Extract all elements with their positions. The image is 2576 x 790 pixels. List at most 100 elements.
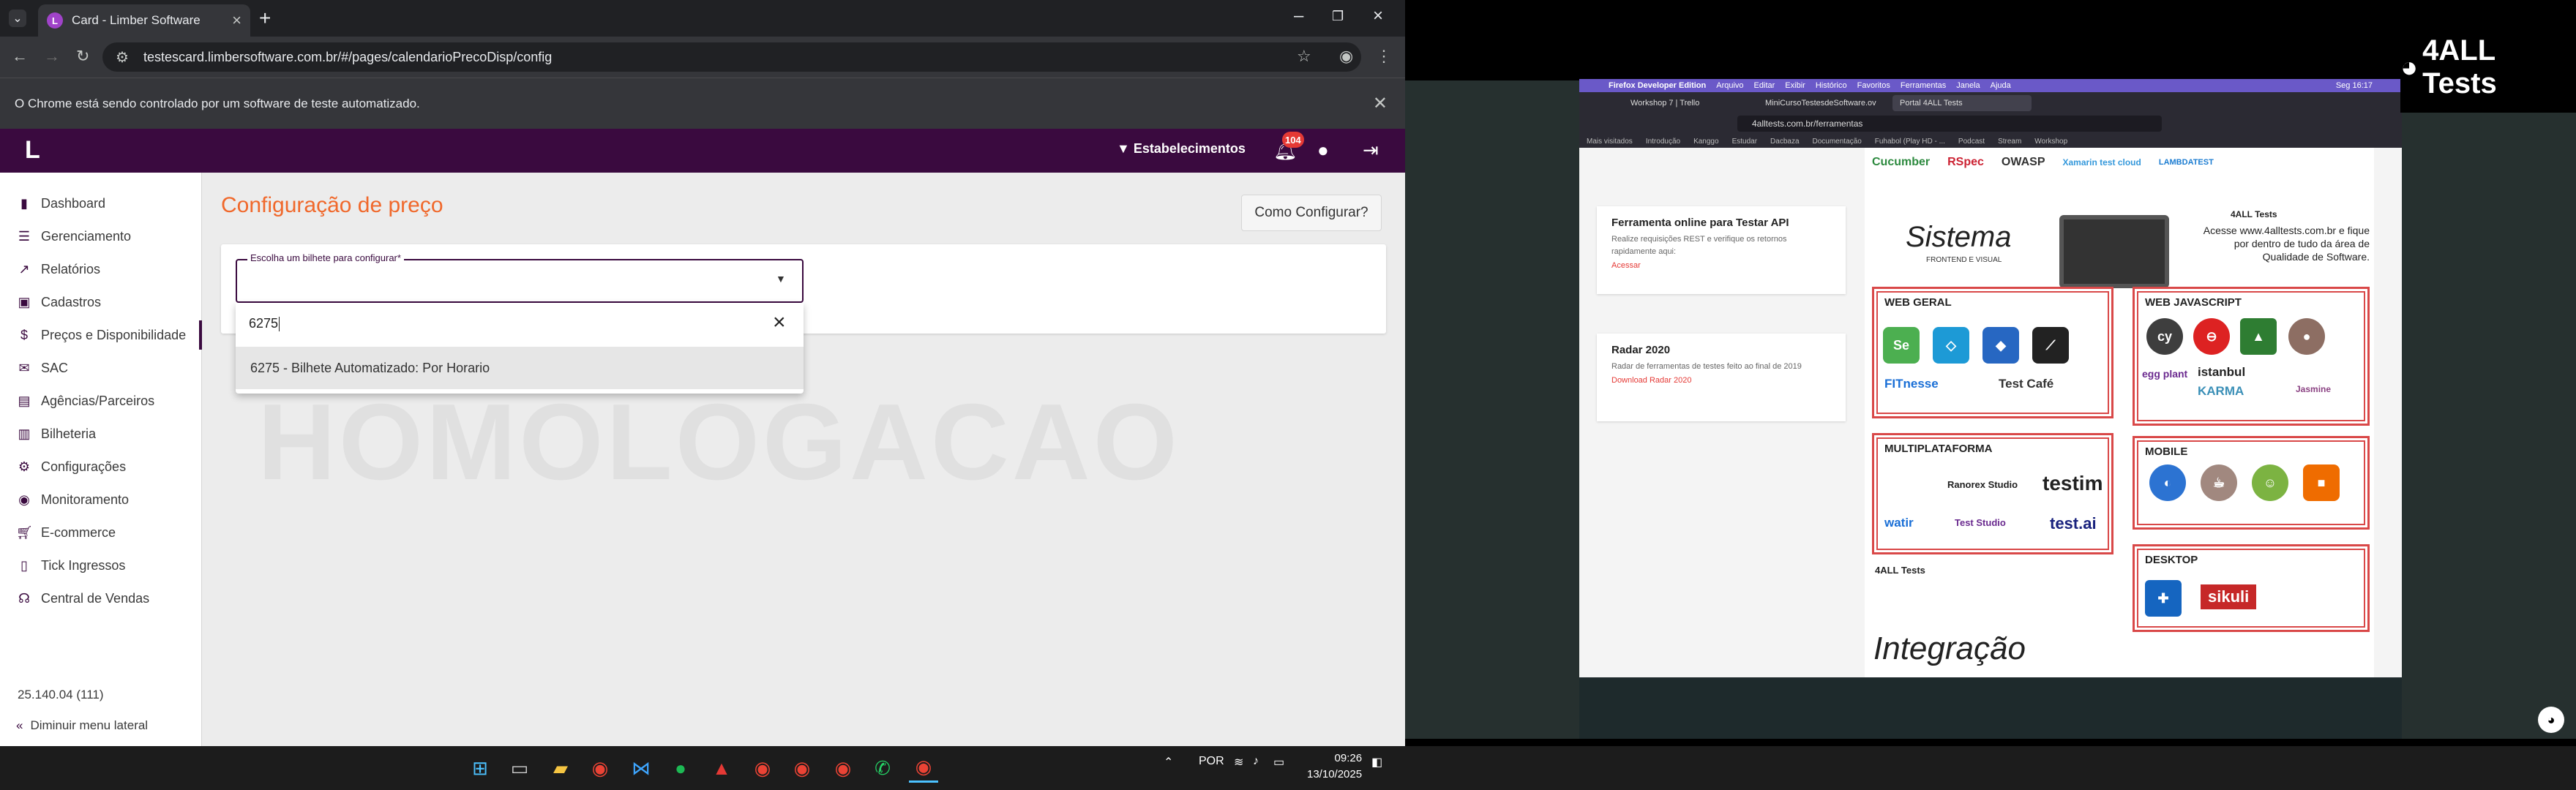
bookmark-item[interactable]: Workshop — [2034, 138, 2067, 146]
background-panel-right — [2402, 80, 2576, 739]
ff-url-text: 4alltests.com.br/ferramentas — [1752, 118, 1863, 129]
ff-tab-trello[interactable]: Workshop 7 | Trello — [1623, 95, 1755, 111]
volume-icon[interactable]: ♪ — [1253, 755, 1259, 768]
bookmark-item[interactable]: Documentação — [1813, 138, 1862, 146]
clear-search-icon[interactable]: × — [773, 310, 786, 335]
limber-logo[interactable]: L — [25, 136, 40, 165]
menubar-item[interactable]: Ajuda — [1991, 81, 2011, 90]
limber-favicon-icon: L — [47, 12, 63, 29]
close-window-icon[interactable]: × — [1373, 6, 1383, 26]
menubar-item[interactable]: Exibir — [1785, 81, 1805, 90]
vscode-icon[interactable]: ⋈ — [626, 753, 656, 783]
browser-tab[interactable]: L Card - Limber Software × — [38, 4, 250, 37]
menubar-item[interactable]: Janela — [1956, 81, 1980, 90]
address-bar[interactable]: ⚙ testescard.limbersoftware.com.br/#/pag… — [102, 42, 1361, 72]
sidebar-item-dashboard[interactable]: ▮ Dashboard — [0, 189, 202, 218]
sidebar-item-label: Tick Ingressos — [41, 557, 126, 573]
logout-icon[interactable]: ⇥ — [1363, 139, 1379, 162]
pdf-reader-icon[interactable]: ▲ — [707, 753, 736, 783]
chrome-profile-1-icon[interactable]: ◉ — [748, 753, 777, 783]
wifi-icon[interactable]: ≋ — [1234, 755, 1243, 770]
tab-search-icon[interactable]: ⌄ — [9, 10, 26, 27]
sidebar-item-bilheteria[interactable]: ▥ Bilheteria — [0, 419, 202, 448]
bookmark-item[interactable]: Podcast — [1958, 138, 1985, 146]
app-header: L ▼ Estabelecimentos 🔔︎ 104 ● ⇥ — [0, 129, 1405, 173]
user-icon[interactable]: ● — [1317, 139, 1329, 162]
sidebar-item-agencias[interactable]: ▤ Agências/Parceiros — [0, 386, 202, 415]
reload-icon[interactable]: ↻ — [76, 47, 89, 66]
notification-center-icon[interactable]: ◧ — [1371, 755, 1382, 770]
sidebar-item-central-vendas[interactable]: ☊ Central de Vendas — [0, 584, 202, 613]
bookmark-item[interactable]: Kanggo — [1693, 138, 1718, 146]
close-infobar-icon[interactable]: ✕ — [1373, 93, 1388, 114]
radar-card-link[interactable]: Download Radar 2020 — [1611, 376, 1691, 385]
windows-start-icon[interactable]: ⊞ — [465, 753, 495, 783]
sidebar-item-sac[interactable]: ✉ SAC — [0, 353, 202, 383]
menubar-clock: Seg 16:17 — [2335, 81, 2373, 90]
forward-icon[interactable]: → — [44, 47, 60, 66]
ticket-search-input[interactable]: 6275 — [249, 316, 280, 332]
task-view-icon[interactable]: ▭ — [505, 753, 534, 783]
tray-chevron-icon[interactable]: ⌃ — [1164, 755, 1173, 770]
document-icon: ▥ — [18, 426, 31, 441]
sidebar-item-label: Bilheteria — [41, 426, 97, 441]
language-indicator[interactable]: POR — [1199, 755, 1224, 768]
menubar-item[interactable]: Editar — [1754, 81, 1775, 90]
sidebar-item-gerenciamento[interactable]: ☰ Gerenciamento — [0, 222, 202, 251]
bookmark-item[interactable]: Estudar — [1732, 138, 1757, 146]
ff-tab-portal[interactable]: Portal 4ALL Tests — [1892, 95, 2032, 111]
restore-icon[interactable]: ❐ — [1332, 9, 1344, 24]
sidebar-item-precos[interactable]: $ Preços e Disponibilidade — [0, 320, 202, 350]
sidebar-item-cadastros[interactable]: ▣ Cadastros — [0, 287, 202, 317]
firefox-url-bar[interactable]: 4alltests.com.br/ferramentas — [1737, 116, 2162, 132]
ticket-option[interactable]: 6275 - Bilhete Automatizado: Por Horario — [236, 347, 804, 389]
establishments-filter[interactable]: ▼ Estabelecimentos — [1117, 141, 1246, 157]
chrome-active-icon[interactable]: ◉ — [909, 753, 938, 783]
bar-chart-icon: ▮ — [20, 195, 28, 211]
tool-cucumber: Cucumber — [1872, 156, 1931, 168]
new-tab-icon[interactable]: + — [259, 7, 271, 30]
spotify-icon[interactable]: ● — [666, 753, 695, 783]
api-card-link[interactable]: Acessar — [1611, 261, 1641, 270]
chrome-icon[interactable]: ◉ — [585, 753, 615, 783]
bookmark-item[interactable]: Introdução — [1646, 138, 1680, 146]
battery-icon[interactable]: ▭ — [1273, 755, 1284, 770]
cart-icon: 🛒︎ — [16, 524, 33, 540]
site-info-icon[interactable]: ⚙ — [116, 48, 129, 67]
bookmark-star-icon[interactable]: ☆ — [1297, 47, 1311, 66]
sidebar-item-relatorios[interactable]: ↗ Relatórios — [0, 255, 202, 284]
bookmark-item[interactable]: Stream — [1998, 138, 2021, 146]
back-icon[interactable]: ← — [12, 47, 28, 66]
ff-tab-minicurso[interactable]: MiniCursoTestesdeSoftware.ov — [1758, 95, 1890, 111]
file-explorer-icon[interactable]: ▰ — [546, 753, 575, 783]
sidebar-item-ecommerce[interactable]: 🛒︎ E-commerce — [0, 518, 202, 547]
tool-logo-diamond: ◇ — [1933, 327, 1969, 364]
bookmark-item[interactable]: Mais visitados — [1587, 138, 1633, 146]
karma-logo: KARMA — [2198, 384, 2244, 398]
firefox-tabs: Workshop 7 | Trello MiniCursoTestesdeSof… — [1579, 92, 2402, 113]
sidebar-item-tick-ingressos[interactable]: ▯ Tick Ingressos — [0, 551, 202, 580]
sidebar-item-configuracoes[interactable]: ⚙ Configurações — [0, 452, 202, 481]
chrome-profile-3-icon[interactable]: ◉ — [828, 753, 858, 783]
close-tab-icon[interactable]: × — [232, 11, 242, 30]
sidebar-item-monitoramento[interactable]: ◉ Monitoramento — [0, 485, 202, 514]
how-to-configure-button[interactable]: Como Configurar? — [1241, 195, 1382, 231]
taskbar-clock[interactable]: 09:26 13/10/2025 — [1307, 750, 1362, 783]
chrome-profile-2-icon[interactable]: ◉ — [787, 753, 817, 783]
menubar-item[interactable]: Ferramentas — [1901, 81, 1946, 90]
mac-menubar: Firefox Developer Edition Arquivo Editar… — [1579, 79, 2402, 92]
menubar-item[interactable]: Arquivo — [1716, 81, 1743, 90]
minimize-icon[interactable]: – — [1294, 6, 1303, 26]
ticket-icon: ▣ — [18, 294, 31, 309]
bookmark-item[interactable]: Fuhabol (Play HD - ... — [1875, 138, 1945, 146]
dropdown-arrow-icon[interactable]: ▼ — [776, 273, 786, 285]
menubar-item[interactable]: Histórico — [1816, 81, 1847, 90]
profile-icon[interactable]: ◉ — [1339, 47, 1353, 66]
collapse-sidebar-button[interactable]: « Diminuir menu lateral — [16, 718, 148, 733]
menu-icon[interactable]: ⋮ — [1376, 47, 1392, 66]
menubar-item[interactable]: Favoritos — [1857, 81, 1890, 90]
whatsapp-icon[interactable]: ✆ — [868, 753, 897, 783]
bookmark-item[interactable]: Dacbaza — [1770, 138, 1799, 146]
footer-brand: 4ALL Tests — [1875, 565, 1925, 576]
ticket-select[interactable] — [236, 259, 804, 303]
